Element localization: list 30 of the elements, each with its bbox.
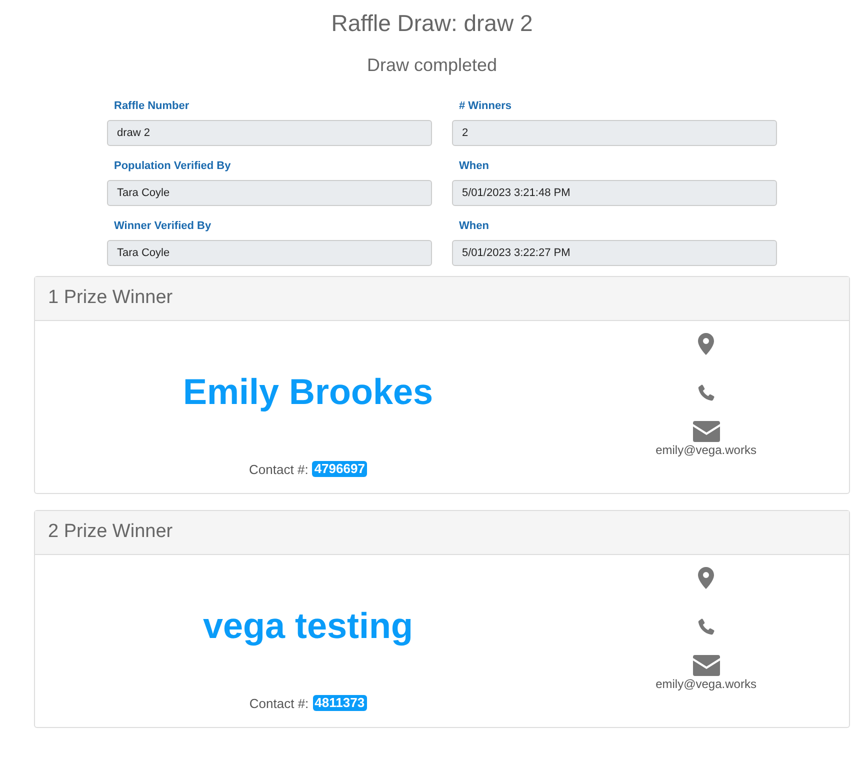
field-label: When xyxy=(459,219,490,233)
readonly-field[interactable]: 2 xyxy=(452,120,777,146)
readonly-field[interactable]: draw 2 xyxy=(107,120,432,146)
page-title: Raffle Draw: draw 2 xyxy=(331,9,533,37)
envelope-icon xyxy=(692,655,720,676)
phone-icon xyxy=(696,383,716,403)
field-label: Winner Verified By xyxy=(114,219,212,233)
phone-icon xyxy=(696,617,716,637)
draw-status: Draw completed xyxy=(366,54,498,76)
location-pin-icon xyxy=(698,567,714,589)
winner-name: vega testing xyxy=(202,605,414,647)
field-label: When xyxy=(459,159,490,173)
readonly-field[interactable]: Tara Coyle xyxy=(107,180,432,206)
location-pin-icon xyxy=(698,333,714,355)
readonly-field[interactable]: Tara Coyle xyxy=(107,240,432,266)
winner-email: emily@vega.works xyxy=(656,442,756,458)
contact-number: 4796697 xyxy=(312,461,367,478)
field-label: Raffle Number xyxy=(114,99,190,113)
readonly-field[interactable]: 5/01/2023 3:21:48 PM xyxy=(452,180,777,206)
field-label: # Winners xyxy=(459,99,512,113)
winner-name: Emily Brookes xyxy=(182,371,434,413)
contact-label: Contact #: xyxy=(249,460,308,478)
contact-label: Contact #: xyxy=(249,694,309,712)
card-heading: 2 Prize Winner xyxy=(48,520,173,544)
contact-number: 4811373 xyxy=(312,695,367,712)
field-label: Population Verified By xyxy=(114,159,232,173)
winner-email: emily@vega.works xyxy=(656,676,756,692)
envelope-icon xyxy=(692,421,720,442)
readonly-field[interactable]: 5/01/2023 3:22:27 PM xyxy=(452,240,777,266)
card-heading: 1 Prize Winner xyxy=(48,286,173,310)
